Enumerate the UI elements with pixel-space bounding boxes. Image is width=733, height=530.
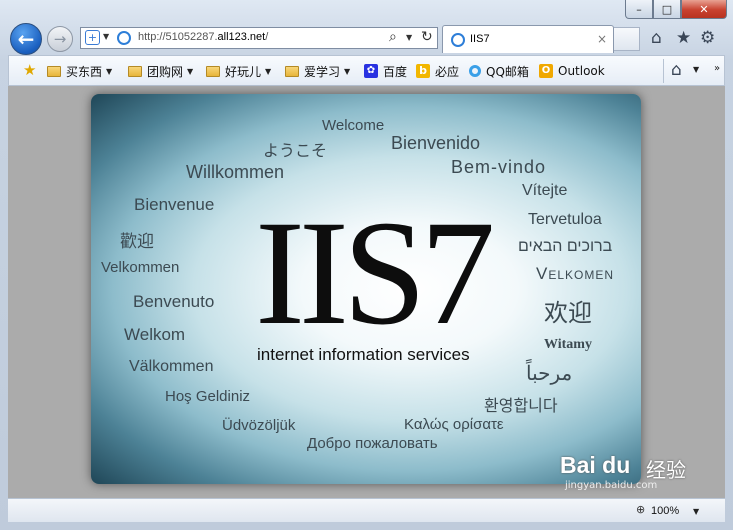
welcome-word: Willkommen: [186, 162, 285, 182]
chevron-down-icon: ▼: [106, 66, 113, 76]
tab-close-icon[interactable]: ×: [597, 32, 607, 46]
welcome-word: ברוכים הבאים: [518, 238, 613, 255]
caption-buttons: – □ ✕: [625, 0, 727, 20]
refresh-icon[interactable]: ↻: [421, 29, 433, 45]
welcome-word: Bienvenue: [134, 195, 215, 214]
welcome-word: Välkommen: [129, 358, 214, 375]
welcome-word: 欢迎: [544, 300, 592, 327]
ie-page-icon: [117, 31, 131, 45]
search-icon[interactable]: ⌕: [389, 29, 397, 45]
address-bar[interactable]: + ▼ http://51052287.all123.net/ ⌕ ▼ ↻: [80, 27, 438, 49]
more-chevron-icon[interactable]: »: [714, 63, 720, 74]
favorites-folder-1[interactable]: 买东西 ▼: [47, 62, 112, 80]
welcome-word: 歡迎: [120, 232, 154, 251]
gear-icon[interactable]: ⚙: [700, 28, 715, 48]
welcome-word: 환영합니다: [484, 398, 558, 415]
minimize-button[interactable]: –: [625, 0, 653, 19]
welcome-word: مرحباً: [526, 363, 573, 385]
qq-mail-icon: [469, 65, 481, 77]
welcome-word: Welcome: [322, 117, 385, 134]
outlook-icon: O: [539, 64, 553, 78]
welcome-word: Witamy: [544, 337, 592, 352]
favorites-bar: ★ 买东西 ▼ 团购网 ▼ 好玩儿 ▼ 爱学习 ▼ ✿ 百度 b 必应 QQ邮箱 O O…: [8, 55, 725, 86]
chevron-down-icon[interactable]: ▼: [103, 32, 109, 41]
favorites-link-bing[interactable]: b 必应: [416, 62, 459, 80]
compat-shield-icon[interactable]: +: [85, 30, 100, 45]
favorites-folder-3[interactable]: 好玩儿 ▼: [206, 62, 271, 80]
zoom-icon: ⊕: [636, 503, 646, 516]
ie-tab-icon: [451, 33, 465, 47]
forward-button[interactable]: →: [47, 26, 73, 52]
iis7-welcome-image: Welcome ようこそ Bienvenido Willkommen Bem-v…: [91, 94, 641, 484]
welcome-word: Vítejte: [522, 182, 568, 199]
maximize-button[interactable]: □: [653, 0, 681, 19]
chevron-down-icon[interactable]: ▼: [693, 507, 699, 516]
zoom-level[interactable]: 100%: [651, 505, 679, 517]
bing-icon: b: [416, 64, 430, 78]
status-bar: [8, 498, 725, 522]
tab-title: IIS7: [470, 33, 490, 45]
address-url[interactable]: http://51052287.all123.net/: [138, 31, 268, 43]
welcome-word: Velkomen: [536, 264, 615, 283]
iis7-title: IIS7: [255, 190, 495, 356]
chevron-down-icon[interactable]: ▼: [693, 65, 699, 74]
welcome-word: Üdvözöljük: [222, 417, 296, 434]
welcome-word: Benvenuto: [133, 292, 215, 311]
chevron-down-icon: ▼: [265, 66, 272, 76]
folder-icon: [47, 65, 61, 77]
watermark-brand: Bai du: [560, 452, 631, 478]
iis7-subtitle: internet information services: [257, 345, 470, 364]
favorites-link-baidu[interactable]: ✿ 百度: [364, 62, 407, 80]
back-arrow-icon: ←: [17, 27, 35, 51]
forward-arrow-icon: →: [53, 30, 67, 48]
tab-iis7[interactable]: IIS7 ×: [442, 25, 614, 53]
watermark-url: jingyan.baidu.com: [565, 480, 658, 491]
close-window-button[interactable]: ✕: [681, 0, 727, 19]
welcome-word: Velkommen: [101, 259, 180, 276]
toolbar-divider: [663, 59, 664, 83]
home-icon[interactable]: ⌂: [651, 28, 662, 48]
back-button[interactable]: ←: [10, 23, 42, 55]
new-tab-button[interactable]: [614, 27, 640, 51]
folder-icon: [128, 65, 142, 77]
search-dropdown-icon[interactable]: ▼: [406, 33, 412, 42]
watermark-suffix: 经验: [646, 458, 686, 482]
add-favorite-star-icon[interactable]: ★: [23, 61, 36, 79]
welcome-word: Добро пожаловать: [307, 435, 438, 452]
welcome-word: Bienvenido: [391, 133, 481, 153]
favorites-link-qqmail[interactable]: QQ邮箱: [469, 62, 529, 80]
welcome-word: Welkom: [124, 325, 186, 344]
favorites-star-icon[interactable]: ★: [676, 28, 691, 48]
folder-icon: [206, 65, 220, 77]
favorites-folder-2[interactable]: 团购网 ▼: [128, 62, 193, 80]
folder-icon: [285, 65, 299, 77]
favorites-link-outlook[interactable]: O Outlook: [539, 62, 605, 80]
welcome-word: ようこそ: [263, 143, 328, 160]
welcome-word: Καλώς ορίσατε: [404, 416, 504, 433]
baidu-paw-icon: ✿: [364, 64, 378, 78]
favorites-folder-4[interactable]: 爱学习 ▼: [285, 62, 350, 80]
home-toolbar-icon[interactable]: ⌂: [671, 60, 682, 80]
welcome-word: Bem-vindo: [451, 157, 547, 177]
chevron-down-icon: ▼: [187, 66, 194, 76]
chevron-down-icon: ▼: [344, 66, 351, 76]
welcome-word: Hoş Geldiniz: [165, 388, 251, 405]
welcome-word: Tervetuloa: [528, 211, 602, 228]
